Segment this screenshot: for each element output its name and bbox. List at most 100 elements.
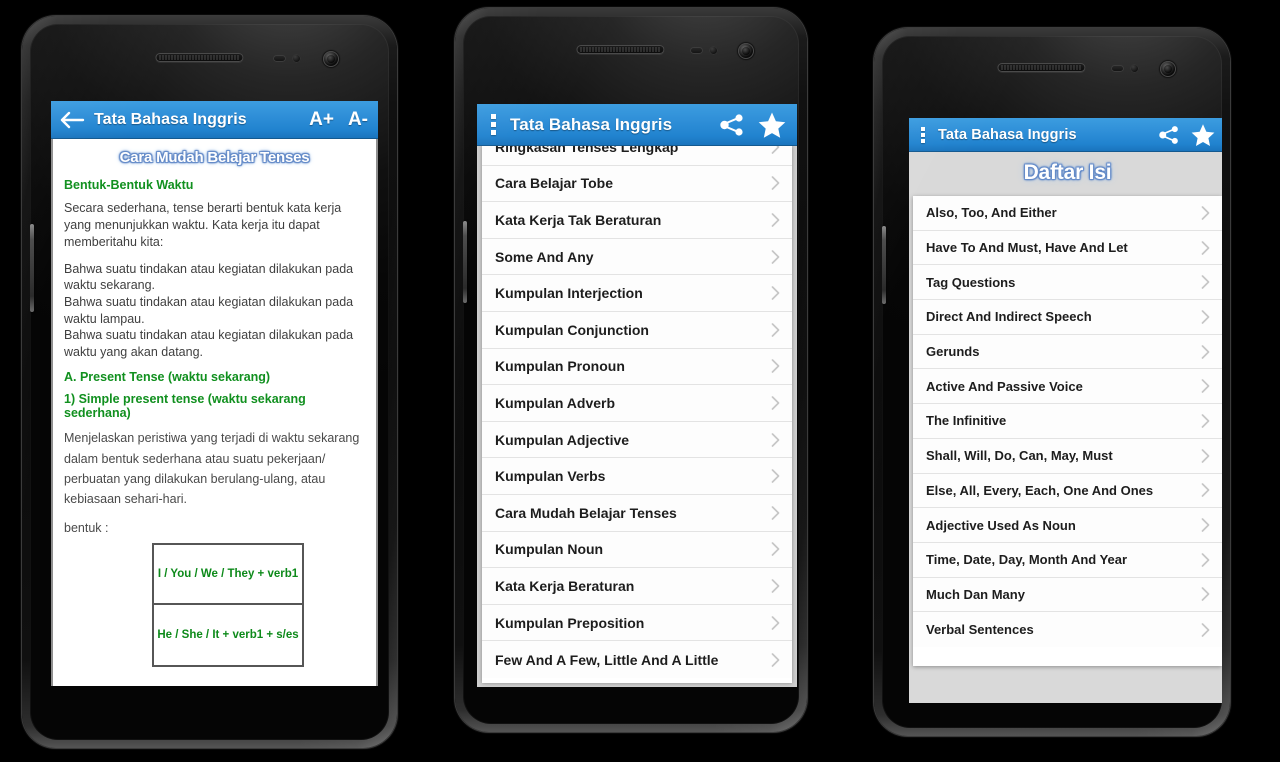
chevron-right-icon — [1201, 205, 1210, 220]
list-item[interactable]: Shall, Will, Do, Can, May, Must — [913, 438, 1222, 474]
back-arrow-icon[interactable] — [59, 110, 85, 130]
phone2-list-screen: Ringkasan Tenses Lengkap Cara Belajar Tob… — [477, 146, 797, 687]
list-item[interactable]: Much Dan Many — [913, 577, 1222, 613]
volume-button[interactable] — [463, 221, 467, 303]
overflow-menu-icon[interactable] — [491, 114, 496, 135]
list-item-label: Tag Questions — [926, 274, 1016, 290]
list-item-label: Kumpulan Adverb — [495, 394, 616, 411]
article-heading-2: A. Present Tense (waktu sekarang) — [64, 370, 271, 385]
article-formula-table: I / You / We / They + verb1 He / She / I… — [152, 543, 304, 668]
chevron-right-icon — [1201, 483, 1210, 498]
list-item[interactable]: Gerunds — [913, 334, 1222, 370]
list-item[interactable]: Some And Any — [482, 238, 792, 276]
list-item-label: Verbal Sentences — [926, 622, 1034, 638]
list-item-label: Active And Passive Voice — [926, 378, 1083, 394]
star-icon[interactable] — [757, 111, 787, 139]
chevron-right-icon — [771, 396, 780, 410]
list-item[interactable]: Kumpulan Noun — [482, 531, 792, 569]
list-item-label: Kumpulan Adjective — [495, 431, 630, 448]
list-item[interactable]: Ringkasan Tenses Lengkap — [482, 146, 792, 166]
chevron-right-icon — [1201, 448, 1210, 463]
phone2-title: Tata Bahasa Inggris — [510, 114, 673, 134]
light-sensor-icon — [292, 54, 301, 63]
proximity-sensor-icon — [690, 47, 703, 54]
list-item[interactable]: Few And A Few, Little And A Little — [482, 641, 792, 678]
share-icon[interactable] — [1158, 125, 1180, 145]
page-title: Daftar Isi — [1023, 161, 1112, 184]
chevron-right-icon — [771, 615, 780, 630]
list-item[interactable]: Verbal Sentences — [913, 612, 1222, 647]
screenshot-stage: Tata Bahasa Inggris A+ A- Cara Mudah Bel… — [0, 0, 1280, 762]
list-item-label: Kata Kerja Tak Beraturan — [495, 211, 662, 228]
article-paragraph-3: Menjelaskan peristiwa yang terjadi di wa… — [64, 431, 360, 507]
increase-font-button[interactable]: A+ — [309, 110, 334, 129]
light-sensor-icon — [1130, 64, 1139, 73]
chevron-right-icon — [1201, 518, 1210, 532]
list-item-label: Kumpulan Conjunction — [495, 321, 649, 338]
chevron-right-icon — [771, 542, 780, 557]
earpiece-speaker-icon — [154, 53, 243, 62]
chevron-right-icon — [771, 322, 780, 337]
list-item[interactable]: Kata Kerja Tak Beraturan — [482, 202, 792, 239]
front-camera-icon — [738, 43, 754, 59]
chevron-right-icon — [771, 213, 780, 227]
article-content[interactable]: Cara Mudah Belajar Tenses Bentuk-Bentuk … — [51, 139, 378, 686]
phone1-title: Tata Bahasa Inggris — [94, 110, 247, 128]
list-item[interactable]: Kumpulan Verbs — [482, 458, 792, 495]
article-title: Cara Mudah Belajar Tenses — [119, 149, 310, 166]
list-item[interactable]: Kumpulan Adverb — [482, 385, 792, 422]
list-item[interactable]: Active And Passive Voice — [913, 369, 1222, 405]
phone3-list-card[interactable]: Also, Too, And Either Have To And Must, H… — [913, 196, 1222, 666]
list-item[interactable]: Time, Date, Day, Month And Year — [913, 542, 1222, 578]
list-item-label: Gerunds — [926, 344, 980, 360]
chevron-right-icon — [1201, 414, 1210, 428]
list-item[interactable]: Adjective Used As Noun — [913, 508, 1222, 543]
list-item-label: Have To And Must, Have And Let — [926, 240, 1128, 256]
chevron-right-icon — [771, 286, 780, 301]
list-item-label: Time, Date, Day, Month And Year — [926, 552, 1128, 568]
phone3-content: Daftar Isi Also, Too, And Either Have To … — [909, 152, 1222, 703]
formula-row-1: I / You / We / They + verb1 — [152, 543, 304, 606]
chevron-right-icon — [1201, 275, 1210, 290]
list-item-label: Also, Too, And Either — [926, 205, 1057, 221]
chevron-right-icon — [771, 579, 780, 593]
volume-button[interactable] — [882, 226, 886, 304]
list-item[interactable]: Kata Kerja Beraturan — [482, 568, 792, 605]
chevron-right-icon — [771, 176, 780, 191]
volume-button[interactable] — [30, 224, 34, 312]
list-item-label: Adjective Used As Noun — [926, 517, 1076, 533]
list-item-label: Few And A Few, Little And A Little — [495, 651, 719, 668]
list-item[interactable]: Kumpulan Adjective — [482, 421, 792, 459]
list-item[interactable]: Also, Too, And Either — [913, 196, 1222, 231]
list-item[interactable]: The Infinitive — [913, 404, 1222, 439]
list-item[interactable]: Cara Mudah Belajar Tenses — [482, 494, 792, 532]
list-item[interactable]: Kumpulan Pronoun — [482, 348, 792, 386]
list-item-label: Shall, Will, Do, Can, May, Must — [926, 448, 1113, 464]
list-item[interactable]: Kumpulan Preposition — [482, 604, 792, 642]
phone3-actionbar-buttons — [1158, 123, 1218, 147]
list-item[interactable]: Else, All, Every, Each, One And Ones — [913, 473, 1222, 509]
list-item[interactable]: Kumpulan Conjunction — [482, 311, 792, 349]
front-camera-icon — [1160, 61, 1176, 77]
star-icon[interactable] — [1190, 123, 1216, 147]
article-paragraph-2: Bahwa suatu tindakan atau kegiatan dilak… — [64, 261, 354, 359]
phone2-list-card[interactable]: Ringkasan Tenses Lengkap Cara Belajar Tob… — [482, 146, 792, 683]
decrease-font-button[interactable]: A- — [348, 110, 368, 129]
list-item[interactable]: Cara Belajar Tobe — [482, 165, 792, 203]
phone3-title: Tata Bahasa Inggris — [938, 126, 1077, 143]
list-item[interactable]: Have To And Must, Have And Let — [913, 230, 1222, 266]
share-icon[interactable] — [719, 113, 745, 137]
list-item-label: Much Dan Many — [926, 586, 1025, 602]
phone1-actionbar-buttons: A+ A- — [309, 110, 370, 129]
list-item-label: Direct And Indirect Speech — [926, 309, 1092, 325]
list-item[interactable]: Tag Questions — [913, 265, 1222, 301]
list-item-label: Ringkasan Tenses Lengkap — [495, 146, 679, 155]
list-item[interactable]: Direct And Indirect Speech — [913, 300, 1222, 335]
list-item[interactable]: Kumpulan Interjection — [482, 275, 792, 312]
phone1-glass: Tata Bahasa Inggris A+ A- Cara Mudah Bel… — [30, 24, 389, 740]
overflow-menu-icon[interactable] — [921, 126, 926, 143]
chevron-right-icon — [1201, 310, 1210, 324]
list-item-label: Kumpulan Pronoun — [495, 358, 625, 375]
chevron-right-icon — [1201, 379, 1210, 394]
list-item-label: Kata Kerja Beraturan — [495, 577, 635, 594]
